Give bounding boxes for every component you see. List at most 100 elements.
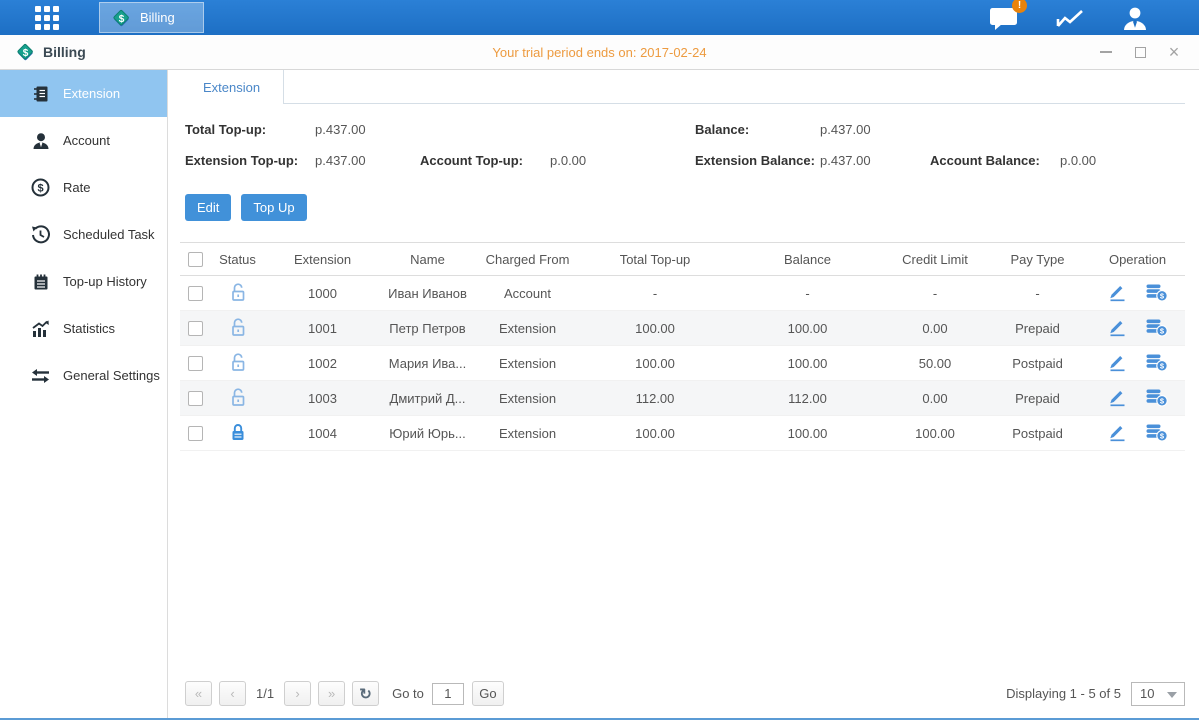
cell-pay-type: Postpaid: [985, 346, 1090, 381]
billing-diamond-icon: $: [14, 41, 36, 63]
cell-charged-from: Account: [475, 276, 580, 311]
billing-diamond-icon: $: [110, 7, 132, 29]
select-all-checkbox[interactable]: [188, 252, 203, 267]
top-up-coins-icon[interactable]: $: [1145, 422, 1168, 445]
notepad-icon: [31, 272, 50, 291]
ledger-icon: [31, 84, 50, 103]
edit-pencil-icon[interactable]: [1107, 351, 1127, 375]
edit-pencil-icon[interactable]: [1107, 421, 1127, 445]
total-topup-label: Total Top-up:: [185, 122, 266, 137]
taskbar-tab-billing[interactable]: $ Billing: [99, 2, 204, 33]
column-header: Extension: [265, 243, 380, 276]
sidebar-item-account[interactable]: Account: [0, 117, 167, 164]
cell-charged-from: Extension: [475, 311, 580, 346]
first-page-button[interactable]: «: [185, 681, 212, 706]
last-page-button[interactable]: »: [318, 681, 345, 706]
next-page-button[interactable]: ›: [284, 681, 311, 706]
user-icon[interactable]: [1121, 5, 1149, 31]
cell-extension: 1000: [265, 276, 380, 311]
balance-label: Balance:: [695, 122, 749, 137]
exchange-icon: [31, 366, 50, 385]
row-checkbox[interactable]: [188, 321, 203, 336]
cell-balance: 112.00: [730, 381, 885, 416]
lock-open-icon: [229, 352, 247, 375]
extensions-table: StatusExtensionNameCharged FromTotal Top…: [180, 242, 1185, 451]
extension-topup-label: Extension Top-up:: [185, 153, 298, 168]
app-window: $ Billing !: [0, 0, 1199, 720]
top-up-coins-icon[interactable]: $: [1145, 387, 1168, 410]
cell-extension: 1002: [265, 346, 380, 381]
taskbar: $ Billing !: [0, 0, 1199, 35]
cell-pay-type: Prepaid: [985, 311, 1090, 346]
cell-pay-type: Postpaid: [985, 416, 1090, 451]
apps-grid-icon[interactable]: [35, 6, 59, 30]
summary-panel: Total Top-up: p.437.00 Balance: p.437.00…: [180, 116, 1185, 180]
cell-total-topup: 112.00: [580, 381, 730, 416]
sidebar: ExtensionAccount$Rate Scheduled Task Top-u…: [0, 70, 168, 718]
edit-pencil-icon[interactable]: [1107, 316, 1127, 340]
extension-topup-value: p.437.00: [315, 153, 366, 168]
sidebar-item-label: Scheduled Task: [63, 227, 155, 242]
account-topup-value: p.0.00: [550, 153, 586, 168]
go-button[interactable]: Go: [472, 681, 504, 706]
sidebar-item-rate[interactable]: $Rate: [0, 164, 167, 211]
stats-icon: [31, 319, 50, 338]
sidebar-item-label: Top-up History: [63, 274, 147, 289]
column-header: Name: [380, 243, 475, 276]
total-topup-value: p.437.00: [315, 122, 366, 137]
column-header: Operation: [1090, 243, 1185, 276]
table-row: 1000Иван ИвановAccount----$: [180, 276, 1185, 311]
cell-total-topup: 100.00: [580, 416, 730, 451]
cell-charged-from: Extension: [475, 381, 580, 416]
cell-credit-limit: 100.00: [885, 416, 985, 451]
goto-label: Go to: [392, 686, 424, 701]
lock-open-icon: [229, 387, 247, 410]
goto-page-input[interactable]: [432, 683, 464, 705]
cell-total-topup: 100.00: [580, 346, 730, 381]
chart-icon[interactable]: [1055, 6, 1085, 30]
edit-pencil-icon[interactable]: [1107, 386, 1127, 410]
cell-extension: 1004: [265, 416, 380, 451]
cell-extension: 1003: [265, 381, 380, 416]
sidebar-item-top-up-history[interactable]: Top-up History: [0, 258, 167, 305]
lock-open-icon: [229, 282, 247, 305]
sidebar-item-scheduled-task[interactable]: Scheduled Task: [0, 211, 167, 258]
history-clock-icon: [31, 225, 50, 244]
cell-balance: -: [730, 276, 885, 311]
cell-credit-limit: -: [885, 276, 985, 311]
sidebar-item-statistics[interactable]: Statistics: [0, 305, 167, 352]
sidebar-item-general-settings[interactable]: General Settings: [0, 352, 167, 399]
cell-name: Мария Ива...: [380, 346, 475, 381]
top-up-coins-icon[interactable]: $: [1145, 317, 1168, 340]
edit-pencil-icon[interactable]: [1107, 281, 1127, 305]
maximize-button[interactable]: [1133, 45, 1147, 59]
row-checkbox[interactable]: [188, 426, 203, 441]
cell-balance: 100.00: [730, 346, 885, 381]
column-header: Balance: [730, 243, 885, 276]
top-up-button[interactable]: Top Up: [241, 194, 306, 221]
page-size-select[interactable]: 10: [1131, 682, 1185, 706]
edit-button[interactable]: Edit: [185, 194, 231, 221]
sidebar-item-extension[interactable]: Extension: [0, 70, 167, 117]
top-up-coins-icon[interactable]: $: [1145, 352, 1168, 375]
window-titlebar: $ Billing Your trial period ends on: 201…: [0, 35, 1199, 70]
cell-credit-limit: 0.00: [885, 381, 985, 416]
table-row: 1003Дмитрий Д...Extension112.00112.000.0…: [180, 381, 1185, 416]
top-up-coins-icon[interactable]: $: [1145, 282, 1168, 305]
refresh-icon[interactable]: ↻: [352, 681, 379, 706]
chat-icon[interactable]: !: [989, 5, 1019, 31]
table-row: 1001Петр ПетровExtension100.00100.000.00…: [180, 311, 1185, 346]
lock-closed-icon: [229, 422, 247, 445]
row-checkbox[interactable]: [188, 391, 203, 406]
close-button[interactable]: ×: [1167, 45, 1181, 59]
row-checkbox[interactable]: [188, 286, 203, 301]
minimize-button[interactable]: [1099, 45, 1113, 59]
window-title: Billing: [43, 44, 86, 60]
displaying-text: Displaying 1 - 5 of 5: [1006, 686, 1121, 701]
prev-page-button[interactable]: ‹: [219, 681, 246, 706]
tab-extension[interactable]: Extension: [180, 70, 284, 104]
cell-balance: 100.00: [730, 311, 885, 346]
row-checkbox[interactable]: [188, 356, 203, 371]
pagination-bar: « ‹ 1/1 › » ↻ Go to Go Displaying 1 - 5 …: [185, 681, 1185, 706]
cell-credit-limit: 50.00: [885, 346, 985, 381]
